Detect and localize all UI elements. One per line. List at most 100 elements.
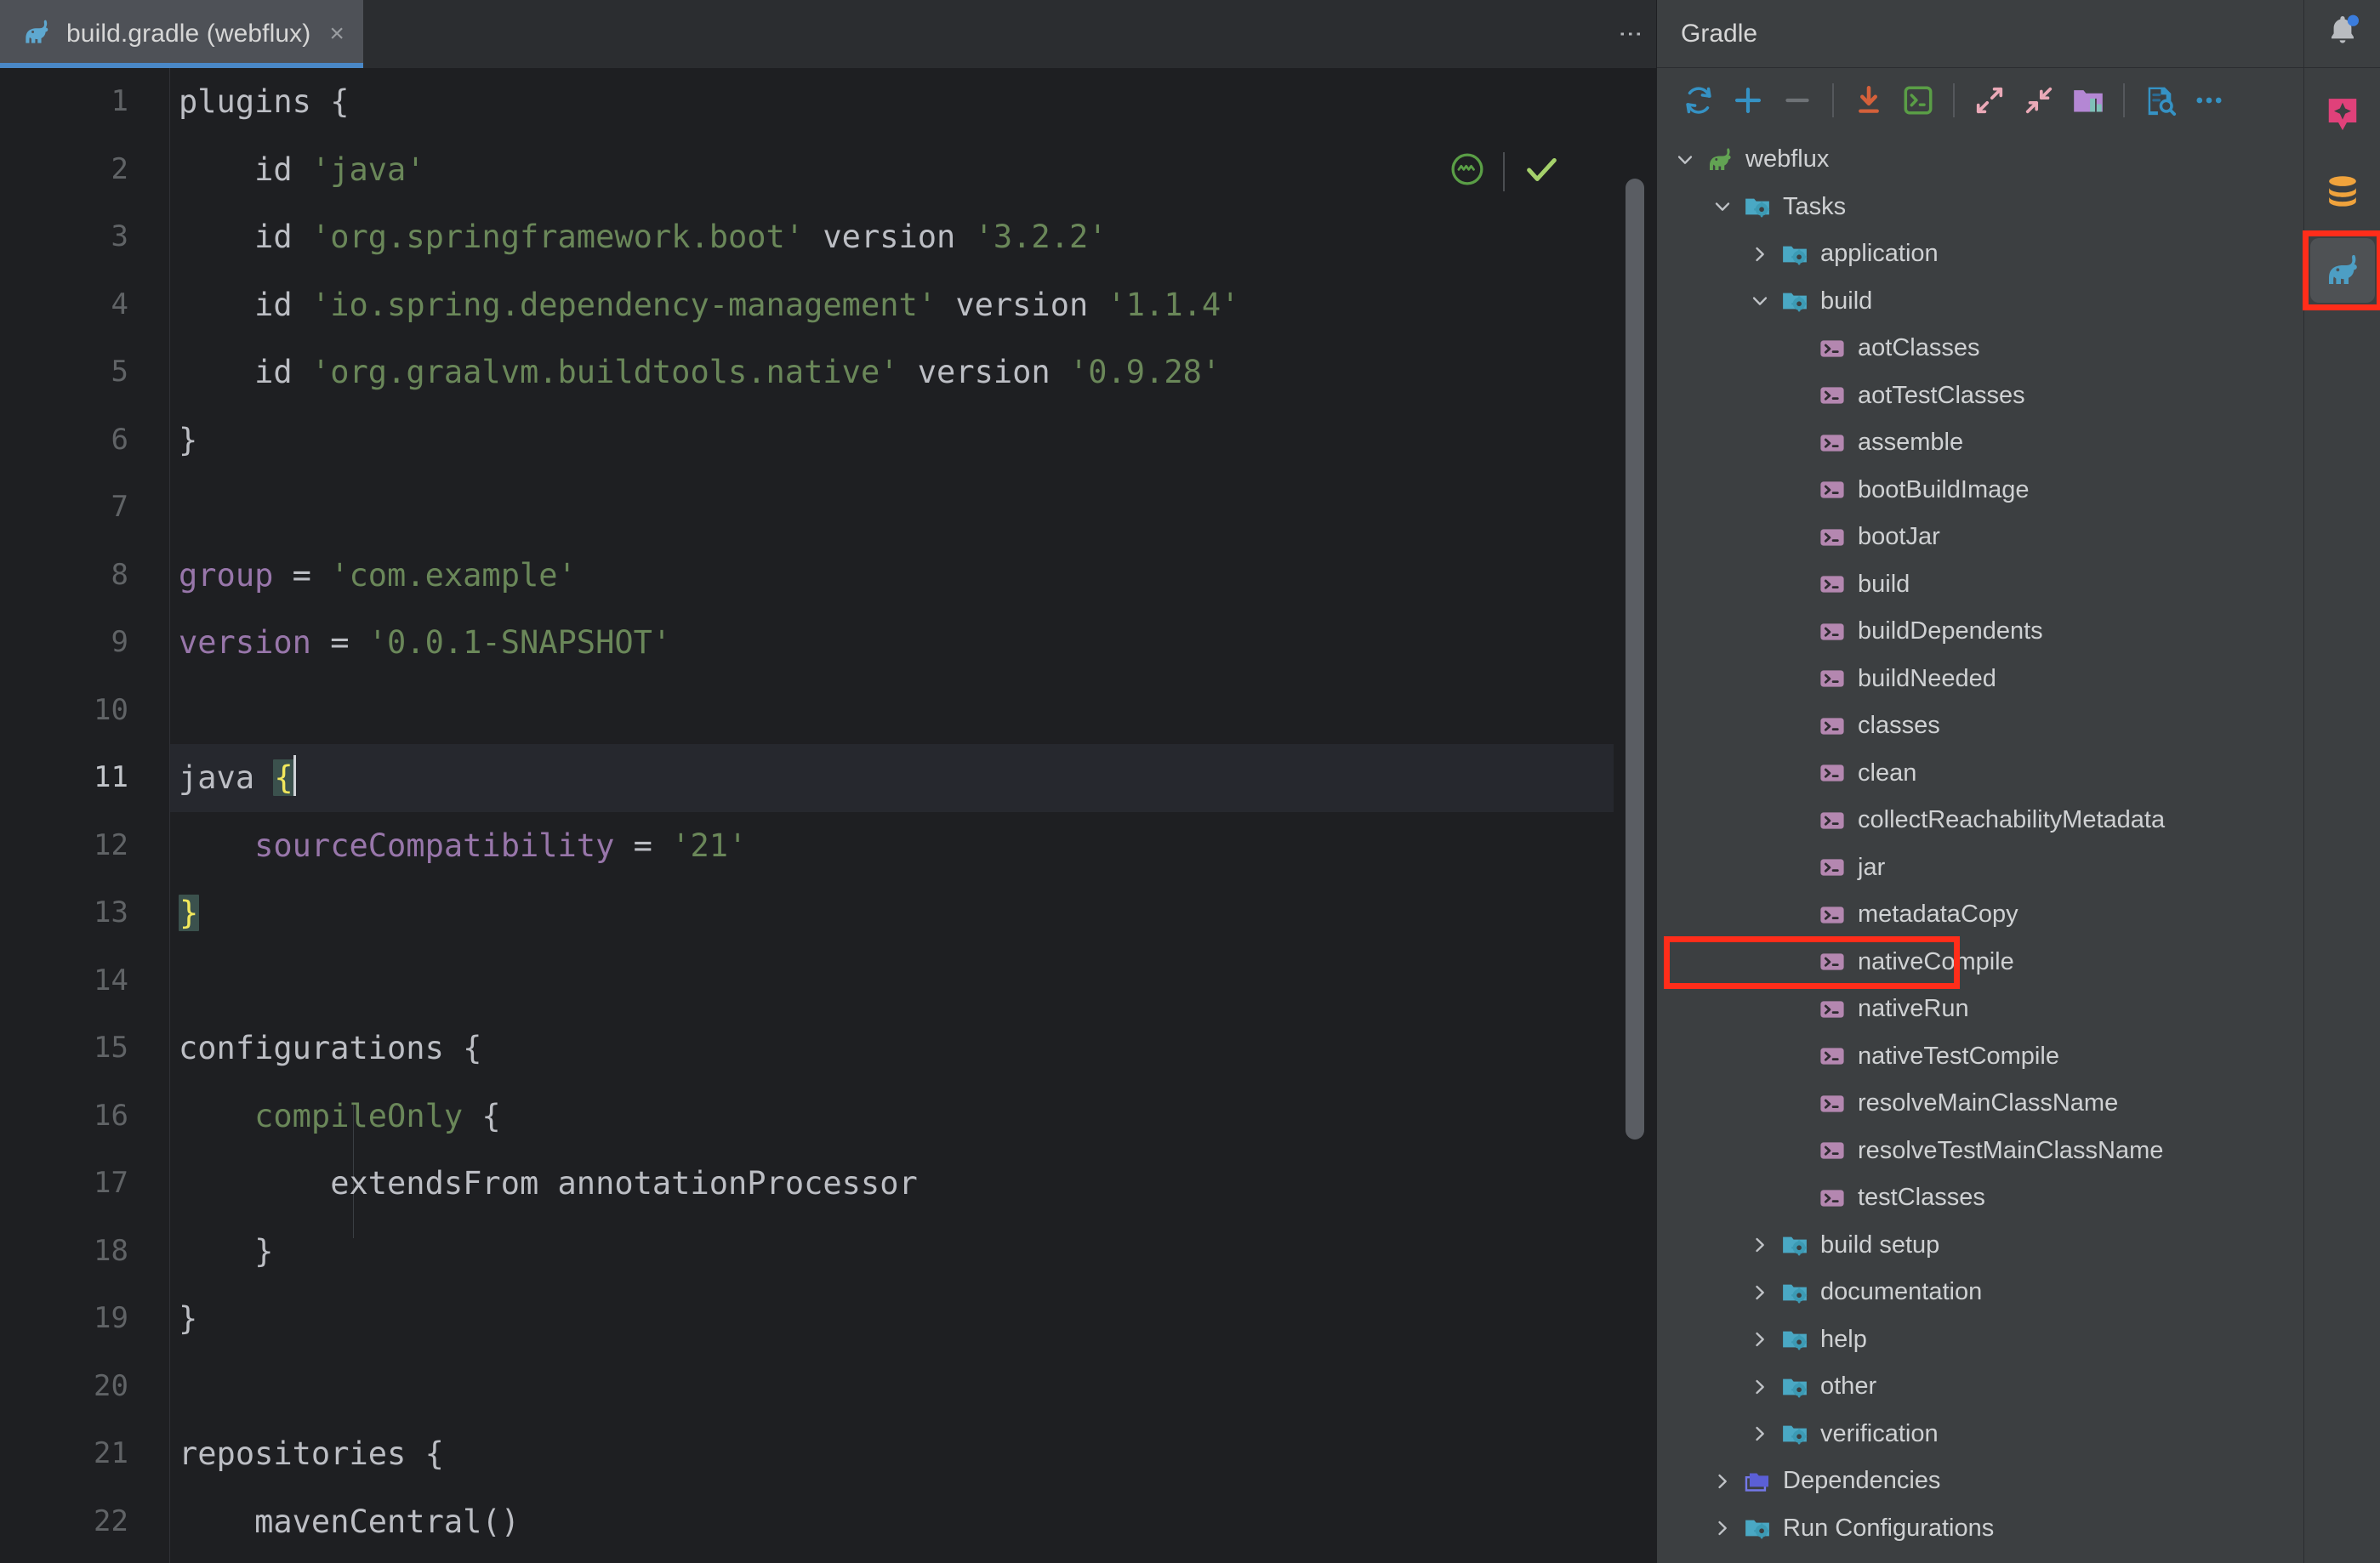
detach-external-project-icon[interactable] bbox=[1773, 76, 1822, 125]
code-line[interactable]: group = 'com.example' bbox=[170, 542, 1656, 610]
gradle-tree-item-clean[interactable]: clean bbox=[1657, 750, 2303, 798]
gradle-tree-item-bootjar[interactable]: bootJar bbox=[1657, 514, 2303, 561]
code-line[interactable] bbox=[170, 677, 1656, 745]
inspections-widget-icon[interactable] bbox=[1449, 151, 1486, 192]
line-number: 15 bbox=[94, 1031, 128, 1065]
ai-assistant-icon[interactable] bbox=[2310, 82, 2375, 146]
gradle-tree-item-build-setup[interactable]: build setup bbox=[1657, 1222, 2303, 1270]
code-line[interactable]: sourceCompatibility = '21' bbox=[170, 812, 1656, 880]
show-ignored-modules-icon[interactable] bbox=[2064, 76, 2113, 125]
gradle-tree-item-nativecompile[interactable]: nativeCompile bbox=[1657, 939, 2303, 986]
gradle-tree-item-resolvemainclassname[interactable]: resolveMainClassName bbox=[1657, 1080, 2303, 1128]
gradle-tree-item-help[interactable]: help bbox=[1657, 1316, 2303, 1364]
gradle-tree-item-resolvetestmainclassname[interactable]: resolveTestMainClassName bbox=[1657, 1128, 2303, 1175]
gradle-tree-item-testclasses[interactable]: testClasses bbox=[1657, 1174, 2303, 1222]
collapse-all-icon[interactable] bbox=[2014, 76, 2064, 125]
code-line[interactable]: mavenCentral() bbox=[170, 1488, 1656, 1556]
chevron-right-icon[interactable] bbox=[1747, 1327, 1773, 1352]
editor-status-widgets bbox=[1449, 150, 1561, 193]
gradle-tree-item-webflux[interactable]: webflux bbox=[1657, 136, 2303, 184]
gradle-tree-item-other[interactable]: other bbox=[1657, 1363, 2303, 1411]
chevron-right-icon[interactable] bbox=[1747, 1421, 1773, 1446]
code-line[interactable] bbox=[170, 947, 1656, 1015]
code-line[interactable]: } bbox=[170, 1285, 1656, 1353]
line-number-gutter[interactable]: 1 2 3 4 5 6 7 8 9 10 11 12 13 14 15 16 17 18 19 20 21 22 bbox=[0, 68, 170, 1563]
chevron-down-icon[interactable] bbox=[1710, 194, 1735, 219]
notifications-bell-icon[interactable] bbox=[2322, 11, 2363, 56]
gradle-tree-item-nativerun[interactable]: nativeRun bbox=[1657, 986, 2303, 1033]
code-line[interactable]: id 'org.springframework.boot' version '3… bbox=[170, 203, 1656, 271]
editor-tab-options-kebab-icon[interactable]: ⋮ bbox=[1618, 22, 1644, 46]
gradle-tree-item-documentation[interactable]: documentation bbox=[1657, 1269, 2303, 1316]
toolbar-separator bbox=[1832, 83, 1834, 117]
gradle-tree-item-bootbuildimage[interactable]: bootBuildImage bbox=[1657, 467, 2303, 514]
code-line[interactable]: } bbox=[170, 406, 1656, 475]
gradle-tree-item-assemble[interactable]: assemble bbox=[1657, 419, 2303, 467]
code-token: java bbox=[179, 759, 274, 796]
chevron-right-icon[interactable] bbox=[1747, 242, 1773, 267]
gradle-tree-item-nativetestcompile[interactable]: nativeTestCompile bbox=[1657, 1033, 2303, 1081]
code-line[interactable]: version = '0.0.1-SNAPSHOT' bbox=[170, 609, 1656, 677]
download-sources-icon[interactable] bbox=[1844, 76, 1893, 125]
more-options-icon[interactable] bbox=[2184, 76, 2234, 125]
gradle-tree-item-buildneeded[interactable]: buildNeeded bbox=[1657, 656, 2303, 703]
gradle-tree-item-classes[interactable]: classes bbox=[1657, 702, 2303, 750]
code-editor-text[interactable]: plugins { id 'java' id 'org.springframew… bbox=[170, 68, 1656, 1563]
gradle-tree-item-label: Tasks bbox=[1783, 192, 1847, 220]
code-line[interactable]: java { bbox=[170, 744, 1656, 812]
editor-scrollbar-thumb[interactable] bbox=[1626, 179, 1644, 1140]
code-line[interactable]: extendsFrom annotationProcessor bbox=[170, 1150, 1656, 1218]
execute-gradle-task-icon[interactable] bbox=[1893, 76, 1943, 125]
gradle-task-icon bbox=[1817, 522, 1848, 553]
editor-body: 1 2 3 4 5 6 7 8 9 10 11 12 13 14 15 16 17 18 19 20 21 22 plug… bbox=[0, 68, 1656, 1563]
chevron-down-icon[interactable] bbox=[1747, 288, 1773, 314]
link-gradle-project-icon[interactable] bbox=[1723, 76, 1773, 125]
gradle-settings-icon[interactable] bbox=[2135, 76, 2184, 125]
expand-all-icon[interactable] bbox=[1965, 76, 2014, 125]
code-line[interactable]: } bbox=[170, 879, 1656, 947]
gradle-tree-item-dependencies[interactable]: Dependencies bbox=[1657, 1458, 2303, 1505]
code-line[interactable]: id 'java' bbox=[170, 136, 1656, 204]
editor-vertical-scrollbar[interactable] bbox=[1614, 136, 1656, 1563]
chevron-right-icon[interactable] bbox=[1710, 1515, 1735, 1541]
gradle-tree-item-label: assemble bbox=[1858, 429, 1964, 457]
gradle-tree-item-collectreachabilitymetadata[interactable]: collectReachabilityMetadata bbox=[1657, 797, 2303, 844]
code-line[interactable]: compileOnly { bbox=[170, 1083, 1656, 1151]
reload-all-gradle-projects-icon[interactable] bbox=[1674, 76, 1723, 125]
chevron-right-icon[interactable] bbox=[1747, 1232, 1773, 1258]
close-icon[interactable]: × bbox=[329, 21, 344, 47]
gradle-tree-item-metadatacopy[interactable]: metadataCopy bbox=[1657, 891, 2303, 939]
gradle-tree-item-label: metadataCopy bbox=[1858, 901, 2018, 929]
gradle-tree-item-application[interactable]: application bbox=[1657, 230, 2303, 278]
code-line[interactable] bbox=[170, 1353, 1656, 1421]
code-token: '3.2.2' bbox=[974, 219, 1107, 255]
code-line[interactable]: plugins { bbox=[170, 68, 1656, 136]
gradle-tree-item-jar[interactable]: jar bbox=[1657, 844, 2303, 892]
code-line[interactable]: } bbox=[170, 1218, 1656, 1286]
chevron-down-icon[interactable] bbox=[1672, 147, 1698, 173]
gradle-tree-item-run-configurations[interactable]: Run Configurations bbox=[1657, 1505, 2303, 1553]
code-line[interactable]: configurations { bbox=[170, 1015, 1656, 1083]
gradle-tree-item-build[interactable]: build bbox=[1657, 561, 2303, 609]
gradle-tree-item-builddependents[interactable]: buildDependents bbox=[1657, 608, 2303, 656]
gradle-tree-item-tasks[interactable]: Tasks bbox=[1657, 184, 2303, 231]
analysis-ok-check-icon[interactable] bbox=[1522, 150, 1561, 193]
chevron-right-icon[interactable] bbox=[1747, 1280, 1773, 1305]
editor-tab-build-gradle[interactable]: build.gradle (webflux) × bbox=[0, 0, 363, 68]
gradle-tree-item-build[interactable]: build bbox=[1657, 278, 2303, 326]
chevron-right-icon[interactable] bbox=[1747, 1374, 1773, 1400]
code-line[interactable]: id 'io.spring.dependency-management' ver… bbox=[170, 271, 1656, 339]
code-line[interactable]: repositories { bbox=[170, 1420, 1656, 1488]
line-number: 3 bbox=[111, 219, 128, 253]
gradle-tree-item-aottestclasses[interactable]: aotTestClasses bbox=[1657, 372, 2303, 420]
database-icon[interactable] bbox=[2310, 160, 2375, 225]
chevron-right-icon[interactable] bbox=[1710, 1469, 1735, 1494]
gradle-tree-item-aotclasses[interactable]: aotClasses bbox=[1657, 325, 2303, 372]
code-line[interactable] bbox=[170, 474, 1656, 542]
gradle-tree-item-label: clean bbox=[1858, 759, 1917, 787]
gradle-project-tree[interactable]: webflux Tasks application build aotClasses ao… bbox=[1657, 133, 2303, 1563]
gradle-elephant-icon[interactable] bbox=[2309, 238, 2375, 303]
gradle-tree-item-verification[interactable]: verification bbox=[1657, 1411, 2303, 1458]
code-token: version bbox=[804, 219, 975, 255]
code-line[interactable]: id 'org.graalvm.buildtools.native' versi… bbox=[170, 338, 1656, 406]
